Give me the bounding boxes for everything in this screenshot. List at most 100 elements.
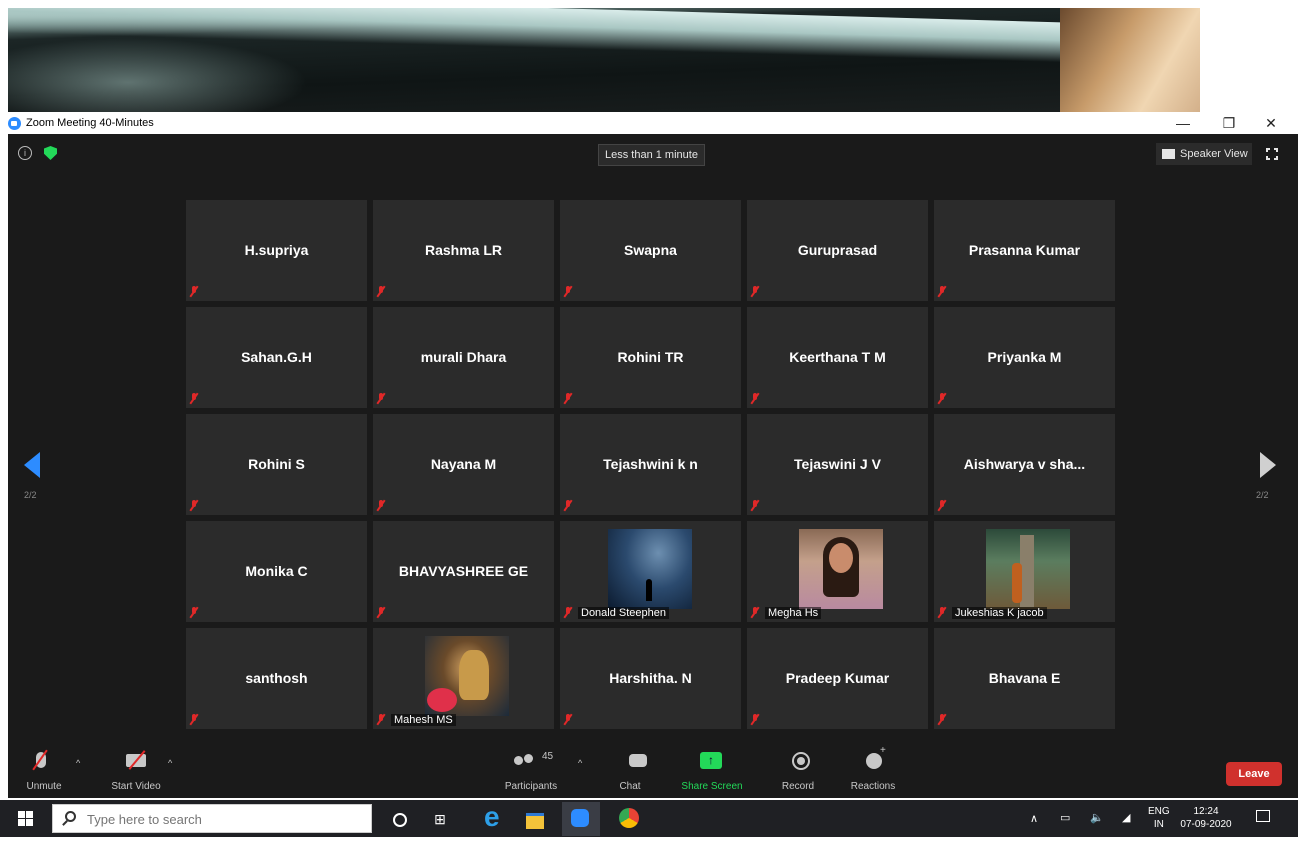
microphone-muted-icon	[563, 285, 573, 298]
file-explorer-icon[interactable]	[522, 805, 550, 833]
unmute-label: Unmute	[26, 781, 62, 792]
participant-tile[interactable]: Donald Steephen	[560, 521, 741, 622]
volume-icon[interactable]: 🔈	[1090, 811, 1104, 848]
zoom-logo-icon	[8, 117, 21, 130]
record-icon	[792, 752, 810, 770]
microphone-muted-icon	[937, 606, 947, 619]
battery-icon[interactable]: ▭	[1060, 811, 1070, 848]
leave-button[interactable]: Leave	[1226, 762, 1282, 786]
taskbar-search[interactable]	[52, 804, 372, 833]
participant-tile[interactable]: Harshitha. N	[560, 628, 741, 729]
page-indicator-right: 2/2	[1256, 490, 1269, 500]
participant-tile[interactable]: Tejashwini k n	[560, 414, 741, 515]
chat-button[interactable]: Chat	[610, 742, 650, 798]
microphone-muted-icon	[750, 392, 760, 405]
cortana-icon[interactable]	[386, 805, 414, 833]
previous-page-arrow-icon[interactable]	[24, 452, 40, 478]
record-button[interactable]: Record	[778, 742, 818, 798]
participant-name: Keerthana T M	[789, 349, 886, 365]
chat-label: Chat	[619, 781, 641, 792]
speaker-view-button[interactable]: Speaker View	[1156, 143, 1252, 165]
participant-profile-photo	[608, 529, 692, 609]
participant-tile[interactable]: Jukeshias K jacob	[934, 521, 1115, 622]
unmute-button[interactable]: Unmute	[22, 742, 66, 798]
minimize-button[interactable]: —	[1160, 114, 1206, 134]
participant-tile[interactable]: Prasanna Kumar	[934, 200, 1115, 301]
participant-name: Aishwarya v sha...	[963, 456, 1086, 472]
clock-date: 07-09-2020	[1180, 819, 1232, 830]
participant-tile[interactable]: Rohini TR	[560, 307, 741, 408]
participant-tile[interactable]: santhosh	[186, 628, 367, 729]
participant-tile[interactable]: Priyanka M	[934, 307, 1115, 408]
encryption-shield-icon[interactable]	[44, 146, 57, 160]
start-video-button[interactable]: Start Video	[104, 742, 168, 798]
info-icon[interactable]: i	[18, 146, 32, 160]
task-view-icon[interactable]: ⊞	[426, 805, 454, 833]
close-button[interactable]: ✕	[1248, 114, 1294, 134]
record-label: Record	[781, 781, 815, 792]
participant-profile-photo	[425, 636, 509, 716]
participant-tile[interactable]: Rohini S	[186, 414, 367, 515]
participant-tile[interactable]: Pradeep Kumar	[747, 628, 928, 729]
language-indicator[interactable]: ENG IN	[1148, 805, 1170, 831]
participant-tile[interactable]: murali Dhara	[373, 307, 554, 408]
participant-name: Donald Steephen	[578, 607, 670, 619]
microphone-muted-icon	[189, 499, 199, 512]
next-page-arrow-icon[interactable]	[1260, 452, 1276, 478]
participant-name: Monika C	[245, 563, 308, 579]
participant-tile[interactable]: Bhavana E	[934, 628, 1115, 729]
participants-icon	[514, 754, 536, 767]
microphone-muted-icon	[376, 285, 386, 298]
reactions-label: Reactions	[850, 781, 896, 792]
participant-tile[interactable]: Sahan.G.H	[186, 307, 367, 408]
participants-chevron-icon[interactable]: ^	[578, 758, 582, 768]
clock[interactable]: 12:24 07-09-2020	[1180, 805, 1232, 831]
wifi-icon[interactable]: ◢	[1122, 811, 1130, 848]
participant-name: Guruprasad	[797, 242, 878, 258]
microphone-muted-icon	[750, 606, 760, 619]
participant-tile[interactable]: Guruprasad	[747, 200, 928, 301]
participant-tile[interactable]: BHAVYASHREE GE	[373, 521, 554, 622]
participant-tile[interactable]: H.supriya	[186, 200, 367, 301]
video-options-chevron-icon[interactable]: ^	[168, 758, 172, 768]
participant-name: Bhavana E	[988, 670, 1061, 686]
participant-tile[interactable]: Megha Hs	[747, 521, 928, 622]
participant-name: Prasanna Kumar	[968, 242, 1081, 258]
participant-tile[interactable]: Nayana M	[373, 414, 554, 515]
show-hidden-icons-chevron-icon[interactable]: ∧	[1030, 812, 1038, 849]
background-photo	[8, 8, 1200, 112]
microphone-muted-icon	[937, 713, 947, 726]
window-title: Zoom Meeting 40-Minutes	[26, 117, 154, 129]
share-screen-button[interactable]: Share Screen	[678, 742, 746, 798]
reactions-button[interactable]: Reactions	[846, 742, 900, 798]
participant-tile[interactable]: Rashma LR	[373, 200, 554, 301]
microphone-muted-icon	[750, 285, 760, 298]
participant-name: Rohini S	[248, 456, 305, 472]
windows-start-icon[interactable]	[18, 811, 33, 826]
microphone-muted-icon	[937, 285, 947, 298]
notifications-icon[interactable]	[1256, 810, 1270, 822]
participant-name: Sahan.G.H	[241, 349, 312, 365]
participant-tile[interactable]: Mahesh MS	[373, 628, 554, 729]
microphone-muted-icon	[563, 606, 573, 619]
participant-name: BHAVYASHREE GE	[398, 563, 529, 579]
microphone-muted-icon	[189, 392, 199, 405]
zoom-app-icon[interactable]	[562, 802, 600, 836]
taskbar-search-input[interactable]	[87, 810, 357, 828]
restore-button[interactable]: ❐	[1206, 114, 1252, 134]
microphone-muted-icon	[937, 499, 947, 512]
participant-tile[interactable]: Tejaswini J V	[747, 414, 928, 515]
participant-profile-photo	[986, 529, 1070, 609]
participant-tile[interactable]: Monika C	[186, 521, 367, 622]
participant-tile[interactable]: Aishwarya v sha...	[934, 414, 1115, 515]
participant-tile[interactable]: Keerthana T M	[747, 307, 928, 408]
participants-button[interactable]: 45 Participants	[496, 742, 566, 798]
chrome-browser-icon[interactable]	[616, 805, 644, 833]
audio-options-chevron-icon[interactable]: ^	[76, 758, 80, 768]
participant-name: Tejashwini k n	[603, 456, 698, 472]
edge-browser-icon[interactable]	[480, 801, 508, 833]
share-screen-icon	[700, 752, 722, 769]
microphone-muted-icon	[563, 499, 573, 512]
fullscreen-icon[interactable]	[1265, 147, 1279, 161]
participant-tile[interactable]: Swapna	[560, 200, 741, 301]
